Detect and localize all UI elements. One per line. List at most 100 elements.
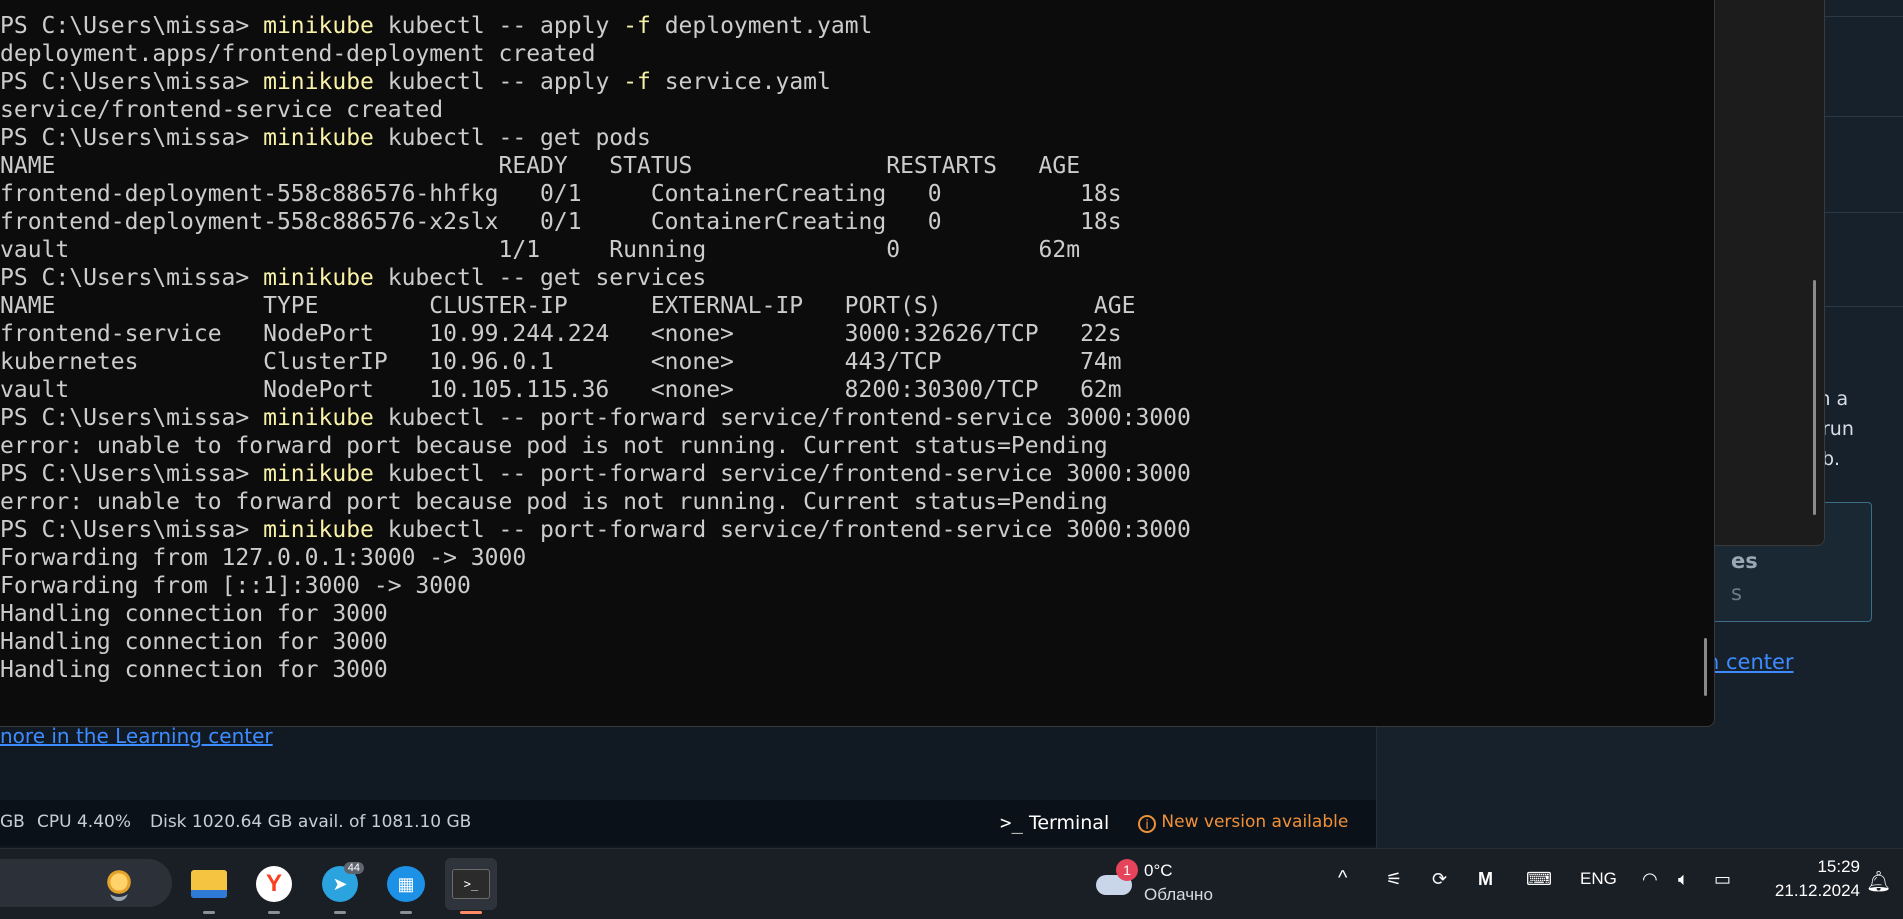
- clock[interactable]: 15:29 21.12.2024: [1760, 857, 1860, 901]
- terminal-text: NAME READY STATUS RESTARTS AGE: [0, 153, 1081, 179]
- learning-center-link[interactable]: n center: [1706, 650, 1794, 674]
- terminal-text: PS C:\Users\missa>: [0, 69, 264, 95]
- terminal-text: kubectl -- port-forward service/frontend…: [373, 461, 1191, 487]
- command-name: minikube: [263, 13, 374, 39]
- terminal-line: frontend-deployment-558c886576-x2slx 0/1…: [0, 208, 1191, 236]
- command-name: minikube: [263, 125, 374, 151]
- volume-icon[interactable]: 🔈︎: [1678, 869, 1689, 890]
- terminal-line: PS C:\Users\missa> minikube kubectl -- p…: [0, 404, 1191, 432]
- weather-description: Облачно: [1144, 885, 1213, 904]
- running-indicator: [460, 911, 482, 914]
- terminal-taskbar-button[interactable]: >_: [445, 858, 497, 914]
- clock-date: 21.12.2024: [1774, 881, 1860, 900]
- terminal-line: error: unable to forward port because po…: [0, 432, 1191, 460]
- terminal-text: vault NodePort 10.105.115.36 <none> 8200…: [0, 377, 1122, 403]
- secondary-window: [1714, 0, 1825, 546]
- terminal-line: PS C:\Users\missa> minikube kubectl -- g…: [0, 124, 1191, 152]
- terminal-line: NAME TYPE CLUSTER-IP EXTERNAL-IP PORT(S)…: [0, 292, 1191, 320]
- telegram-button[interactable]: ➤ 44: [314, 858, 366, 914]
- docker-button[interactable]: ▦: [380, 858, 432, 914]
- telegram-badge: 44: [343, 862, 364, 874]
- terminal-window[interactable]: PS C:\Users\missa> minikube kubectl -- a…: [0, 0, 1715, 727]
- terminal-line: vault NodePort 10.105.115.36 <none> 8200…: [0, 376, 1191, 404]
- terminal-text: Forwarding from [::1]:3000 -> 3000: [0, 573, 471, 599]
- terminal-text: Handling connection for 3000: [0, 657, 388, 683]
- terminal-text: Forwarding from 127.0.0.1:3000 -> 3000: [0, 545, 527, 571]
- panel-text: run: [1822, 418, 1854, 440]
- terminal-text: vault 1/1 Running 0 62m: [0, 237, 1081, 263]
- disk-usage: Disk 1020.64 GB avail. of 1081.10 GB: [150, 812, 472, 832]
- scrollbar[interactable]: [1813, 280, 1816, 515]
- terminal-text: PS C:\Users\missa>: [0, 13, 264, 39]
- weather-search-icon: [104, 867, 134, 897]
- terminal-text: Handling connection for 3000: [0, 629, 388, 655]
- terminal-text: kubectl -- apply: [373, 13, 624, 39]
- file-explorer-button[interactable]: [183, 858, 235, 914]
- terminal-text: deployment.apps/frontend-deployment crea…: [0, 41, 596, 67]
- yandex-browser-icon: Y: [256, 866, 292, 902]
- terminal-line: PS C:\Users\missa> minikube kubectl -- g…: [0, 264, 1191, 292]
- terminal-toggle[interactable]: >_ Terminal: [1000, 812, 1109, 834]
- terminal-text: kubectl -- port-forward service/frontend…: [373, 517, 1191, 543]
- terminal-text: error: unable to forward port because po…: [0, 433, 1108, 459]
- command-name: minikube: [263, 405, 374, 431]
- terminal-text: kubernetes ClusterIP 10.96.0.1 <none> 44…: [0, 349, 1122, 375]
- terminal-line: PS C:\Users\missa> minikube kubectl -- p…: [0, 516, 1191, 544]
- terminal-text: PS C:\Users\missa>: [0, 265, 264, 291]
- notification-bell-icon[interactable]: 🔔︎: [1866, 869, 1891, 894]
- terminal-text: frontend-service NodePort 10.99.244.224 …: [0, 321, 1122, 347]
- terminal-text: frontend-deployment-558c886576-x2slx 0/1…: [0, 209, 1122, 235]
- terminal-line: Forwarding from [::1]:3000 -> 3000: [0, 572, 1191, 600]
- terminal-text: kubectl -- apply: [373, 69, 624, 95]
- command-name: minikube: [263, 517, 374, 543]
- taskbar: Y ➤ 44 ▦ >_ 1 0°C Облачно ^ ⚟ ⟳ M ⌨ ENG …: [0, 848, 1903, 919]
- terminal-output[interactable]: PS C:\Users\missa> minikube kubectl -- a…: [0, 12, 1191, 684]
- running-indicator: [334, 911, 346, 914]
- terminal-line: frontend-service NodePort 10.99.244.224 …: [0, 320, 1191, 348]
- yandex-browser-button[interactable]: Y: [248, 858, 300, 914]
- terminal-scrollbar[interactable]: [1704, 638, 1707, 696]
- cpu-usage: CPU 4.40%: [37, 812, 131, 832]
- chevron-up-icon[interactable]: ^: [1338, 867, 1347, 890]
- card-text: es: [1731, 549, 1758, 573]
- settings-sliders-icon[interactable]: ⚟: [1386, 869, 1402, 890]
- terminal-line: Handling connection for 3000: [0, 600, 1191, 628]
- weather-widget[interactable]: 1 0°C Облачно: [1094, 857, 1234, 911]
- sync-icon[interactable]: ⟳: [1432, 869, 1447, 890]
- terminal-line: service/frontend-service created: [0, 96, 1191, 124]
- app-tray-icon[interactable]: M: [1478, 869, 1493, 890]
- terminal-text: deployment.yaml: [650, 13, 873, 39]
- terminal-line: PS C:\Users\missa> minikube kubectl -- a…: [0, 68, 1191, 96]
- search-box[interactable]: [0, 859, 172, 907]
- command-name: minikube: [263, 461, 374, 487]
- terminal-icon: >_: [452, 869, 490, 899]
- wifi-icon[interactable]: ◠: [1642, 869, 1658, 890]
- running-indicator: [268, 911, 280, 914]
- running-indicator: [400, 911, 412, 914]
- file-explorer-icon: [191, 870, 227, 898]
- terminal-text: PS C:\Users\missa>: [0, 405, 264, 431]
- terminal-text: frontend-deployment-558c886576-hhfkg 0/1…: [0, 181, 1122, 207]
- terminal-text: service/frontend-service created: [0, 97, 444, 123]
- running-indicator: [203, 911, 215, 914]
- language-indicator[interactable]: ENG: [1580, 869, 1617, 889]
- new-version-notice[interactable]: i New version available: [1138, 812, 1348, 833]
- temperature: 0°C: [1144, 861, 1173, 880]
- terminal-text: NAME TYPE CLUSTER-IP EXTERNAL-IP PORT(S)…: [0, 293, 1136, 319]
- learning-center-link[interactable]: nore in the Learning center: [0, 724, 273, 748]
- terminal-line: Handling connection for 3000: [0, 656, 1191, 684]
- terminal-text: error: unable to forward port because po…: [0, 489, 1108, 515]
- terminal-text: kubectl -- get pods: [373, 125, 651, 151]
- new-version-label: New version available: [1161, 812, 1349, 832]
- card-text: s: [1731, 581, 1742, 605]
- clock-time: 15:29: [1817, 857, 1860, 876]
- battery-icon[interactable]: ▭: [1714, 869, 1731, 890]
- terminal-text: kubectl -- get services: [373, 265, 707, 291]
- command-flag: -f: [623, 69, 651, 95]
- keyboard-icon[interactable]: ⌨: [1526, 869, 1552, 890]
- terminal-label: Terminal: [1028, 812, 1110, 834]
- info-icon: i: [1138, 815, 1156, 833]
- terminal-text: PS C:\Users\missa>: [0, 517, 264, 543]
- terminal-line: PS C:\Users\missa> minikube kubectl -- p…: [0, 460, 1191, 488]
- command-flag: -f: [623, 13, 651, 39]
